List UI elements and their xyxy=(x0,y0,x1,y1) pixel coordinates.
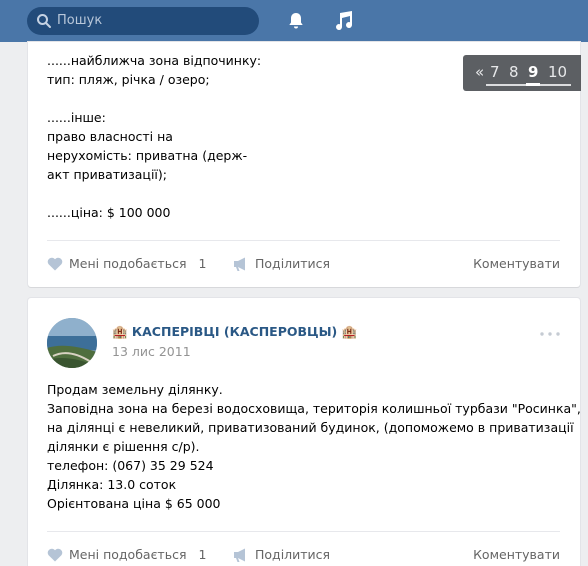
heart-icon xyxy=(47,548,63,562)
divider xyxy=(47,531,560,532)
post-text-line: телефон: (067) 35 29 524 xyxy=(47,458,214,473)
like-button[interactable]: Мені подобається 1 xyxy=(47,545,206,565)
pagination: « 7 8 9 10 xyxy=(463,55,581,91)
pager-page[interactable]: 10 xyxy=(548,63,567,81)
megaphone-icon xyxy=(234,257,245,271)
pager-page[interactable]: 8 xyxy=(509,63,519,81)
pager-prev[interactable]: « xyxy=(475,63,484,81)
post-text-line: Продам земельну ділянку. xyxy=(47,382,223,397)
like-label: Мені подобається xyxy=(69,256,187,271)
post-text-line: Ділянка: 13.0 соток xyxy=(47,477,177,492)
like-count: 1 xyxy=(198,547,207,562)
music-icon[interactable] xyxy=(333,10,353,32)
post-text-line: тип: пляж, річка / озеро; xyxy=(47,72,210,87)
post-text-line: право власності на xyxy=(47,129,173,144)
divider xyxy=(47,240,560,241)
search-placeholder: Пошук xyxy=(57,13,103,28)
avatar[interactable] xyxy=(47,318,97,368)
bell-icon[interactable] xyxy=(286,11,306,31)
share-label: Поділитися xyxy=(255,256,331,271)
like-label: Мені подобається xyxy=(69,547,187,562)
post-text-line: нерухомість: приватна (держ- xyxy=(47,148,248,163)
search-icon xyxy=(37,14,51,28)
top-bar: Пошук xyxy=(0,0,588,42)
post-text-line: ділянки є рішення с/р). xyxy=(47,439,200,454)
share-label: Поділитися xyxy=(255,547,331,562)
post-actions: Мені подобається 1 Поділитися Коментуват… xyxy=(47,254,560,274)
post-text-line: ......інше: xyxy=(47,110,106,125)
like-count: 1 xyxy=(198,256,207,271)
comment-button[interactable]: Коментувати xyxy=(473,545,560,565)
comment-button[interactable]: Коментувати xyxy=(473,254,560,274)
more-options-icon[interactable] xyxy=(540,332,560,336)
megaphone-icon xyxy=(234,548,245,562)
post-text-line: ......ціна: $ 100 000 xyxy=(47,205,171,220)
search-input[interactable]: Пошук xyxy=(27,7,259,35)
post-text-line: на ділянці є невеликий, приватизований б… xyxy=(47,420,574,435)
like-button[interactable]: Мені подобається 1 xyxy=(47,254,206,274)
post-text-line: ......найближча зона відпочинку: xyxy=(47,53,262,68)
author-name[interactable]: 🏨 КАСПЕРІВЦІ (КАСПЕРОВЦЫ) 🏨 xyxy=(112,323,357,340)
share-button[interactable]: Поділитися xyxy=(233,254,330,274)
post-actions: Мені подобається 1 Поділитися Коментуват… xyxy=(47,545,560,565)
pager-current-indicator xyxy=(526,83,540,86)
pager-page[interactable]: 7 xyxy=(490,63,500,81)
avatar-image xyxy=(47,318,97,368)
post-text-line: акт приватизації); xyxy=(47,167,167,182)
post-text-line: Орієнтована ціна $ 65 000 xyxy=(47,496,221,511)
post-text-line: Заповідна зона на березі водосховища, те… xyxy=(47,401,581,416)
wall-post: 🏨 КАСПЕРІВЦІ (КАСПЕРОВЦЫ) 🏨 13 лис 2011 … xyxy=(28,298,581,566)
heart-icon xyxy=(47,257,63,271)
pager-page-current[interactable]: 9 xyxy=(528,63,538,81)
post-date[interactable]: 13 лис 2011 xyxy=(112,343,191,360)
share-button[interactable]: Поділитися xyxy=(233,545,330,565)
